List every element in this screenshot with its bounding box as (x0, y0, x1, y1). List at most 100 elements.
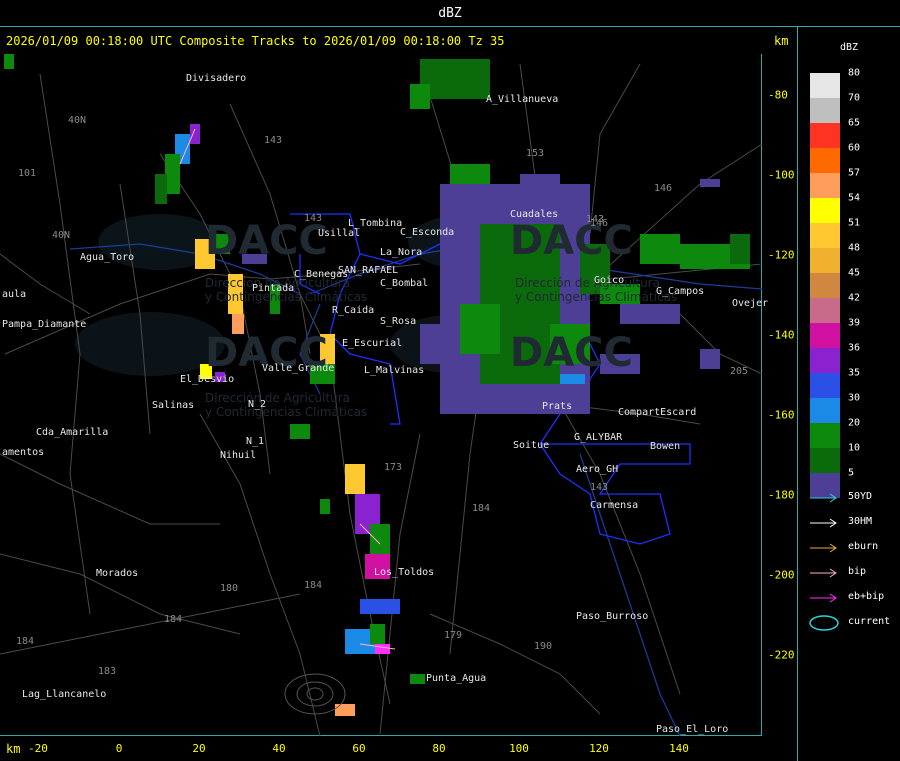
timestamp-header: 2026/01/09 00:18:00 UTC Composite Tracks… (6, 34, 505, 48)
track-arrow-icon (810, 543, 837, 553)
place-label: La_Nora (380, 247, 423, 258)
dbz-swatch-57 (810, 173, 840, 198)
dbz-label: 54 (848, 192, 861, 204)
place-label: C_Esconda (400, 227, 455, 238)
route-label: 146 (590, 218, 609, 229)
place-label: Usillal (318, 228, 361, 239)
place-label: Morados (96, 568, 139, 579)
dbz-label: 20 (848, 417, 861, 429)
watermark-logo-1: DACC (205, 218, 328, 264)
current-cell-ellipse-icon (809, 615, 839, 631)
volcano-contours (284, 673, 346, 715)
place-label: Paso_El_Loro (656, 724, 729, 735)
place-label: N_2 (248, 399, 267, 410)
x-tick-label: 120 (589, 742, 609, 755)
y-tick-label: -80 (768, 88, 788, 102)
place-label: Ovejer (732, 298, 769, 309)
track-arrow-icon (810, 518, 837, 528)
place-label: amentos (2, 447, 45, 458)
route-label: 179 (444, 630, 463, 641)
dbz-swatch-35 (810, 373, 840, 398)
place-label: A_Villanueva (486, 94, 559, 105)
track-legend-item: 30HM (808, 513, 898, 533)
track-legend-item: eb+bip (808, 588, 898, 608)
place-label: S_Rosa (380, 316, 417, 327)
track-arrow-icon (810, 593, 837, 603)
dbz-swatch-20 (810, 423, 840, 448)
x-tick-label: 60 (352, 742, 366, 755)
route-label: 40N (52, 230, 71, 241)
y-tick-label: -200 (768, 568, 795, 582)
track-legend-label: 30HM (848, 516, 873, 527)
y-tick-label: -180 (768, 488, 795, 502)
place-label: Agua_Toro (80, 252, 135, 263)
place-label: R_Caida (332, 305, 375, 316)
watermark-line2c: y Contingencias Climáticas (515, 290, 678, 304)
place-label: CompartEscard (618, 407, 697, 418)
place-label: Nihuil (220, 450, 257, 461)
dbz-swatch-45 (810, 273, 840, 298)
window-title: dBZ (438, 6, 462, 21)
track-legend-item: eburn (808, 538, 898, 558)
place-label: Los_Toldos (374, 567, 435, 578)
dbz-label: 10 (848, 442, 861, 454)
dbz-label: 65 (848, 117, 861, 129)
route-label: 184 (164, 614, 183, 625)
dbz-label: 30 (848, 392, 861, 404)
place-label: G_Campos (656, 286, 705, 297)
place-label: Carmensa (590, 500, 639, 511)
y-tick-label: -140 (768, 328, 795, 342)
x-tick-label: 20 (192, 742, 206, 755)
track-legend-label: current (848, 616, 891, 627)
place-label: Valle_Grande (262, 363, 335, 374)
route-label: 101 (18, 168, 37, 179)
place-label: Salinas (152, 400, 195, 411)
dbz-swatch-51 (810, 223, 840, 248)
dbz-label: 51 (848, 217, 861, 229)
route-label: 143 (264, 135, 283, 146)
route-label: 173 (384, 462, 403, 473)
place-label: Divisadero (186, 73, 247, 84)
route-label: 40N (68, 115, 87, 126)
dbz-label: 70 (848, 92, 861, 104)
radar-plot-area[interactable] (0, 54, 763, 737)
dbz-label: 45 (848, 267, 861, 279)
place-label: N_1 (246, 436, 265, 447)
y-tick-label: -120 (768, 248, 795, 262)
legend-title: dBZ (839, 42, 859, 53)
dbz-swatch-48 (810, 248, 840, 273)
track-legend-label: 50YD (848, 491, 873, 502)
route-label: 190 (534, 641, 553, 652)
track-legend-label: bip (848, 566, 867, 577)
place-label: Paso_Burroso (576, 611, 649, 622)
track-legend-item: bip (808, 563, 898, 583)
place-label: Punta_Agua (426, 673, 487, 684)
place-label: SAN_RAFAEL (338, 265, 399, 276)
y-tick-label: -160 (768, 408, 795, 422)
km-unit-label-top: km (774, 34, 789, 48)
x-tick-label: 0 (115, 742, 123, 755)
place-label: L_Malvinas (364, 365, 425, 376)
route-label: 143 (304, 213, 323, 224)
place-label: Prats (542, 401, 573, 412)
dbz-label: 60 (848, 142, 861, 154)
track-legend-label: eburn (848, 541, 879, 552)
dbz-swatch-60 (810, 148, 840, 173)
track-legend-item: 50YD (808, 488, 898, 508)
route-label: 143 (590, 482, 609, 493)
storm-tracks (179, 128, 396, 650)
route-label: 180 (220, 583, 239, 594)
dbz-swatch-39 (810, 323, 840, 348)
dbz-label: 48 (848, 242, 861, 254)
x-tick-label: 80 (432, 742, 446, 755)
place-label: E_Escurial (342, 338, 403, 349)
dbz-swatch-36 (810, 348, 840, 373)
place-label: Aero_GH (576, 464, 619, 475)
route-label: 184 (304, 580, 323, 591)
place-label: El_Desvio (180, 374, 235, 385)
route-label: 153 (526, 148, 545, 159)
dbz-swatch-80 (810, 73, 840, 98)
y-tick-label: -100 (768, 168, 795, 182)
dbz-swatch-10 (810, 448, 840, 473)
dbz-swatch-54 (810, 198, 840, 223)
